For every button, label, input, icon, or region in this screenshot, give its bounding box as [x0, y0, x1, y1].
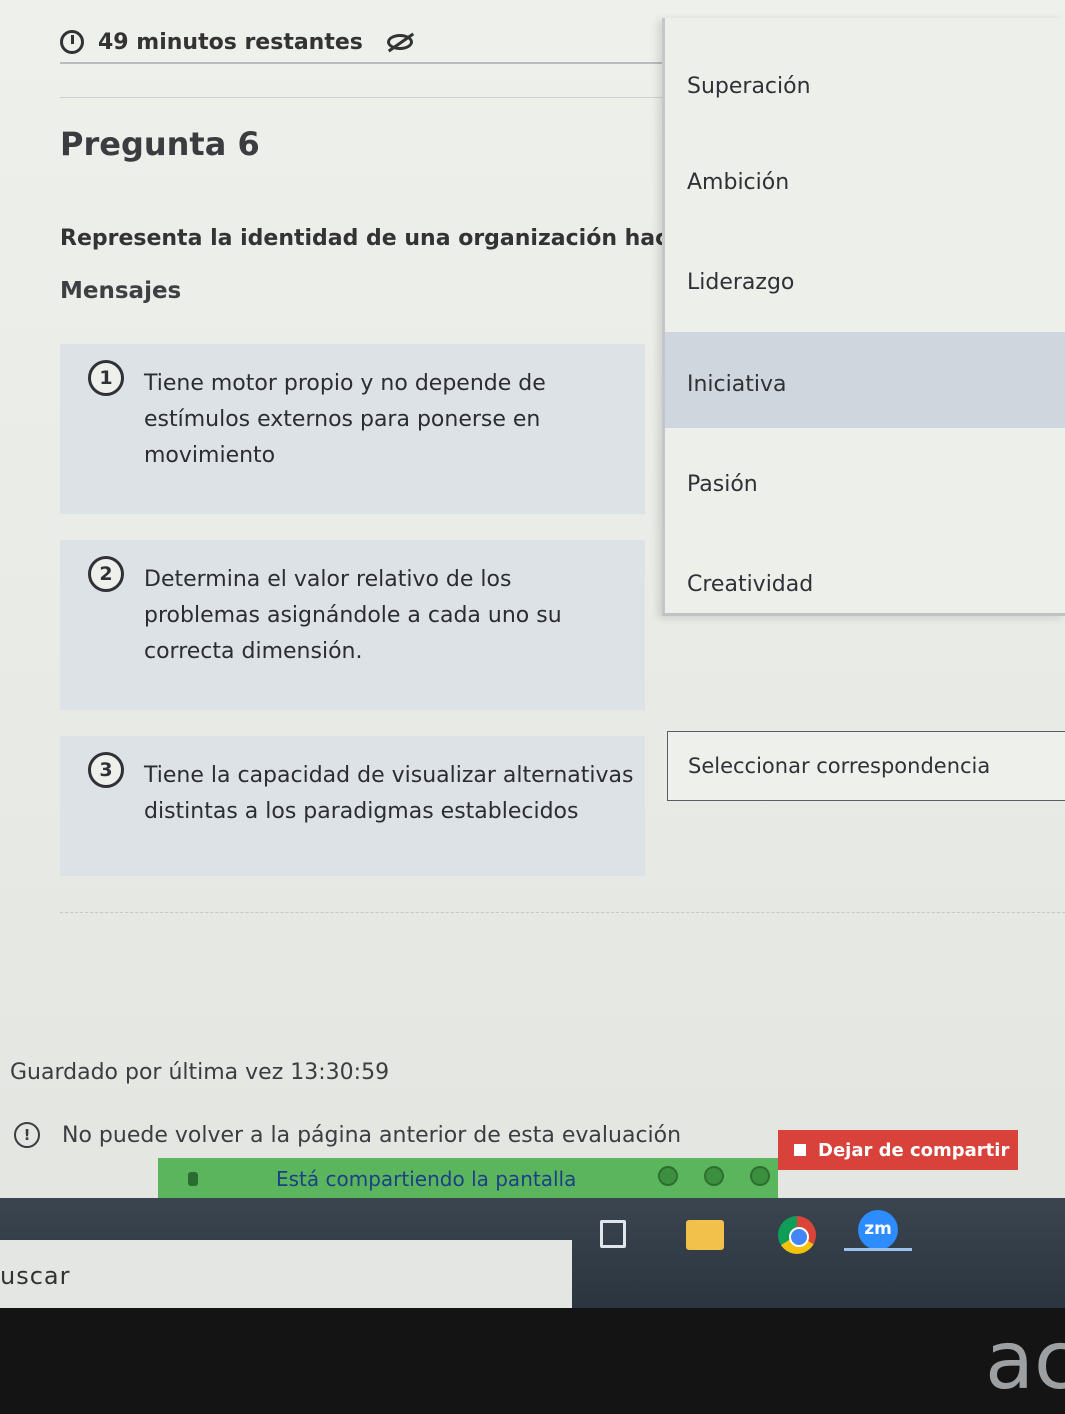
- stop-sharing-label: Dejar de compartir: [818, 1139, 1010, 1161]
- info-icon: !: [14, 1122, 40, 1148]
- taskbar: uscar zm: [0, 1198, 1065, 1310]
- dropdown-option[interactable]: Ambición: [665, 130, 1065, 226]
- warning-text: No puede volver a la página anterior de …: [62, 1122, 682, 1148]
- dropdown-option[interactable]: Liderazgo: [665, 230, 1065, 326]
- last-saved-text: Guardado por última vez 13:30:59: [10, 1060, 390, 1085]
- chrome-icon[interactable]: [778, 1216, 816, 1254]
- quiz-page: 49 minutos restantes Pregunta 6 Represen…: [0, 0, 1065, 1250]
- clock-icon: [60, 30, 84, 54]
- message-number: 1: [88, 360, 124, 396]
- brand-logo: ac: [985, 1314, 1065, 1407]
- message-item-3: 3 Tiene la capacidad de visualizar alter…: [60, 736, 645, 876]
- search-text: uscar: [0, 1262, 71, 1290]
- divider: [60, 62, 670, 64]
- camera-icon[interactable]: [704, 1166, 724, 1186]
- divider: [60, 97, 670, 98]
- dropdown-option-highlighted[interactable]: Iniciativa: [665, 332, 1065, 428]
- share-label: Está compartiendo la pantalla: [276, 1167, 577, 1191]
- hide-timer-icon[interactable]: [386, 34, 413, 50]
- file-explorer-icon[interactable]: [686, 1220, 724, 1250]
- message-text: Tiene la capacidad de visualizar alterna…: [144, 763, 634, 824]
- zoom-icon[interactable]: zm: [858, 1210, 898, 1250]
- timer: 49 minutos restantes: [60, 22, 413, 62]
- message-item-2: 2 Determina el valor relativo de los pro…: [60, 540, 645, 710]
- timer-text: 49 minutos restantes: [98, 29, 363, 55]
- shield-icon[interactable]: [750, 1166, 770, 1186]
- message-item-1: 1 Tiene motor propio y no depende de est…: [60, 344, 645, 514]
- divider: [60, 912, 1065, 913]
- dropdown-option[interactable]: Superación: [665, 34, 1065, 130]
- warning-message: ! No puede volver a la página anterior d…: [14, 1122, 681, 1148]
- stop-sharing-button[interactable]: Dejar de compartir: [778, 1130, 1018, 1170]
- pin-icon[interactable]: [188, 1172, 198, 1186]
- question-prompt: Representa la identidad de una organizac…: [60, 226, 665, 251]
- active-app-indicator: [844, 1248, 912, 1251]
- select-value: Seleccionar correspondencia: [688, 754, 991, 778]
- share-controls: [658, 1166, 770, 1186]
- dropdown-option[interactable]: Creatividad: [665, 532, 1065, 628]
- message-text: Determina el valor relativo de los probl…: [144, 567, 562, 664]
- task-view-icon[interactable]: [600, 1220, 626, 1248]
- question-title: Pregunta 6: [60, 125, 260, 163]
- correspondence-select[interactable]: Seleccionar correspondencia: [667, 731, 1065, 801]
- mic-icon[interactable]: [658, 1166, 678, 1186]
- messages-label: Mensajes: [60, 278, 182, 304]
- message-text: Tiene motor propio y no depende de estím…: [144, 371, 546, 468]
- screen-share-bar: Está compartiendo la pantalla: [158, 1158, 778, 1200]
- message-number: 3: [88, 752, 124, 788]
- stop-icon: [794, 1144, 806, 1156]
- dropdown-option[interactable]: Pasión: [665, 432, 1065, 528]
- message-number: 2: [88, 556, 124, 592]
- taskbar-search[interactable]: uscar: [0, 1240, 572, 1310]
- correspondence-dropdown-list[interactable]: Superación Ambición Liderazgo Iniciativa…: [662, 18, 1065, 616]
- laptop-bezel: ac: [0, 1308, 1065, 1414]
